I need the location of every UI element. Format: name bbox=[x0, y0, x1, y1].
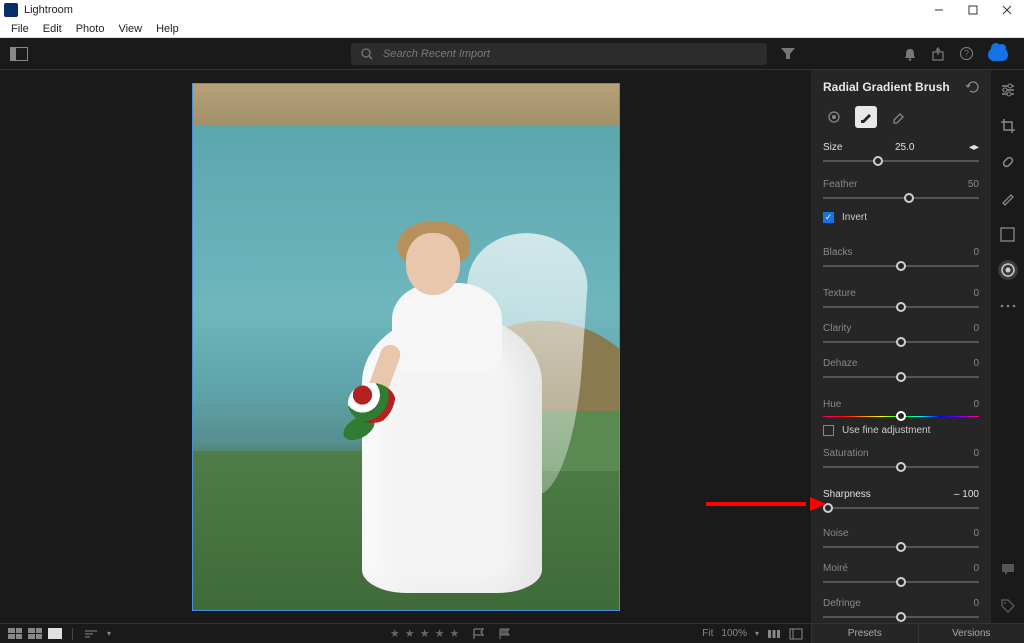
reject-flag-icon[interactable] bbox=[498, 628, 512, 640]
grid-large-icon[interactable] bbox=[28, 628, 42, 639]
hue-value: 0 bbox=[973, 399, 979, 410]
edit-sliders-icon[interactable] bbox=[998, 80, 1018, 100]
help-icon[interactable]: ? bbox=[959, 46, 974, 61]
size-value: 25.0 bbox=[895, 142, 914, 153]
crop-icon[interactable] bbox=[998, 116, 1018, 136]
moire-label: Moiré bbox=[823, 563, 848, 574]
check-icon bbox=[823, 425, 834, 436]
svg-text:?: ? bbox=[964, 49, 969, 59]
noise-slider[interactable] bbox=[823, 541, 979, 553]
texture-slider[interactable] bbox=[823, 301, 979, 313]
info-overlay-icon[interactable] bbox=[789, 628, 803, 640]
dehaze-label: Dehaze bbox=[823, 358, 857, 369]
comment-icon[interactable] bbox=[998, 559, 1018, 579]
fine-adj-label: Use fine adjustment bbox=[842, 425, 930, 436]
rating-stars[interactable]: ★ ★ ★ ★ ★ bbox=[390, 627, 461, 640]
panel-title: Radial Gradient Brush bbox=[823, 80, 950, 94]
blacks-label: Blacks bbox=[823, 247, 852, 258]
noise-value: 0 bbox=[973, 528, 979, 539]
flag-icon[interactable] bbox=[472, 628, 486, 640]
filmstrip-icon[interactable] bbox=[767, 628, 781, 640]
close-button[interactable] bbox=[990, 0, 1024, 20]
presets-button[interactable]: Presets bbox=[811, 624, 918, 643]
zoom-value[interactable]: 100% bbox=[721, 628, 747, 639]
menu-help[interactable]: Help bbox=[149, 23, 186, 35]
titlebar: Lightroom bbox=[0, 0, 1024, 20]
more-icon[interactable] bbox=[998, 296, 1018, 316]
sort-icon[interactable] bbox=[83, 628, 101, 640]
invert-checkbox[interactable]: ✓ Invert bbox=[811, 204, 991, 231]
dehaze-slider[interactable] bbox=[823, 371, 979, 383]
defringe-label: Defringe bbox=[823, 598, 861, 609]
radial-gradient-icon[interactable] bbox=[998, 260, 1018, 280]
menu-photo[interactable]: Photo bbox=[69, 23, 112, 35]
adjustment-panel: Radial Gradient Brush Size25.0◂▸ Feather… bbox=[811, 70, 991, 623]
texture-label: Texture bbox=[823, 288, 856, 299]
undo-icon[interactable] bbox=[965, 81, 979, 93]
search-icon bbox=[361, 48, 373, 60]
clarity-value: 0 bbox=[973, 323, 979, 334]
share-icon[interactable] bbox=[931, 47, 945, 61]
menu-edit[interactable]: Edit bbox=[36, 23, 69, 35]
size-slider[interactable] bbox=[823, 155, 979, 167]
hue-slider[interactable] bbox=[823, 416, 979, 417]
sharpness-value: – 100 bbox=[954, 489, 979, 500]
defringe-value: 0 bbox=[973, 598, 979, 609]
search-placeholder: Search Recent Import bbox=[383, 48, 490, 60]
feather-label: Feather bbox=[823, 179, 857, 190]
blacks-slider[interactable] bbox=[823, 260, 979, 272]
hue-label: Hue bbox=[823, 399, 841, 410]
app-title: Lightroom bbox=[24, 4, 73, 16]
dehaze-value: 0 bbox=[973, 358, 979, 369]
menubar: File Edit Photo View Help bbox=[0, 20, 1024, 38]
sharpness-slider[interactable] bbox=[823, 502, 979, 514]
chevron-down-icon[interactable]: ▾ bbox=[755, 629, 759, 638]
texture-value: 0 bbox=[973, 288, 979, 299]
clarity-slider[interactable] bbox=[823, 336, 979, 348]
saturation-label: Saturation bbox=[823, 448, 869, 459]
eraser-tool-icon[interactable] bbox=[887, 106, 909, 128]
defringe-slider[interactable] bbox=[823, 611, 979, 623]
search-box[interactable]: Search Recent Import bbox=[351, 43, 767, 65]
sharpness-label: Sharpness bbox=[823, 489, 871, 500]
tag-icon[interactable] bbox=[998, 595, 1018, 615]
clarity-label: Clarity bbox=[823, 323, 851, 334]
chevron-down-icon[interactable]: ▾ bbox=[107, 629, 111, 638]
grid-small-icon[interactable] bbox=[8, 628, 22, 639]
minimize-button[interactable] bbox=[922, 0, 956, 20]
saturation-value: 0 bbox=[973, 448, 979, 459]
main-area: Radial Gradient Brush Size25.0◂▸ Feather… bbox=[0, 70, 1024, 623]
panel-view-toggle[interactable] bbox=[10, 47, 28, 61]
cloud-sync-icon[interactable] bbox=[988, 47, 1008, 61]
tool-strip bbox=[991, 70, 1024, 623]
canvas[interactable] bbox=[0, 70, 811, 623]
app-icon bbox=[4, 3, 18, 17]
single-view-icon[interactable] bbox=[48, 628, 62, 639]
feather-value: 50 bbox=[968, 179, 979, 190]
bell-icon[interactable] bbox=[903, 47, 917, 61]
noise-label: Noise bbox=[823, 528, 849, 539]
feather-slider[interactable] bbox=[823, 192, 979, 204]
top-toolbar: Search Recent Import ? bbox=[0, 38, 1024, 70]
moire-slider[interactable] bbox=[823, 576, 979, 588]
photo[interactable] bbox=[192, 83, 620, 611]
heal-icon[interactable] bbox=[998, 152, 1018, 172]
versions-button[interactable]: Versions bbox=[918, 624, 1024, 643]
fit-label[interactable]: Fit bbox=[702, 628, 713, 639]
invert-label: Invert bbox=[842, 212, 867, 223]
mask-view-icon[interactable] bbox=[823, 106, 845, 128]
brush-tool-icon[interactable] bbox=[855, 106, 877, 128]
menu-file[interactable]: File bbox=[4, 23, 36, 35]
size-label: Size bbox=[823, 142, 842, 153]
brush-icon[interactable] bbox=[998, 188, 1018, 208]
saturation-slider[interactable] bbox=[823, 461, 979, 473]
maximize-button[interactable] bbox=[956, 0, 990, 20]
check-icon: ✓ bbox=[823, 212, 834, 223]
filter-icon[interactable] bbox=[777, 48, 799, 60]
footer-buttons: Presets Versions bbox=[811, 623, 1024, 643]
blacks-value: 0 bbox=[973, 247, 979, 258]
moire-value: 0 bbox=[973, 563, 979, 574]
linear-gradient-icon[interactable] bbox=[998, 224, 1018, 244]
menu-view[interactable]: View bbox=[111, 23, 149, 35]
